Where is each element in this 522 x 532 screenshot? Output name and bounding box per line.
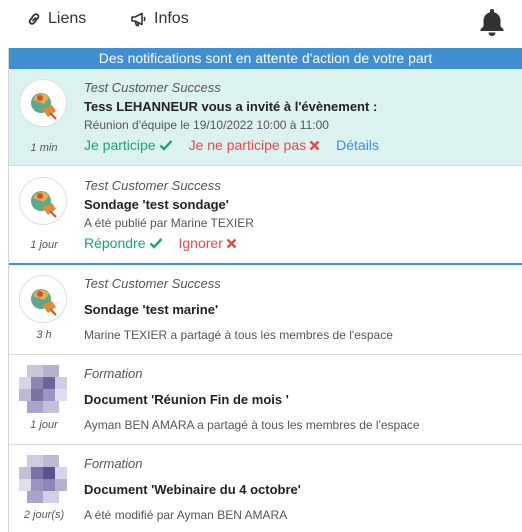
accept-button[interactable]: Je participe (84, 135, 173, 155)
notification-time: 1 jour (30, 239, 58, 251)
accept-label: Je participe (84, 137, 156, 153)
details-link[interactable]: Détails (336, 135, 379, 155)
link-icon (26, 11, 42, 27)
notification-time: 1 jour (30, 419, 58, 431)
notification-item[interactable]: 2 jour(s) Formation Document 'Webinaire … (9, 445, 522, 532)
notification-time: 1 min (30, 142, 58, 154)
ignore-button[interactable]: Ignorer (179, 233, 237, 253)
notification-description: Marine TEXIER a partagé à tous les membr… (84, 328, 393, 342)
space-name: Test Customer Success (84, 276, 221, 291)
megaphone-icon (130, 11, 148, 27)
links-menu[interactable]: Liens (26, 10, 86, 28)
check-icon (149, 238, 162, 249)
notification-title: Document 'Réunion Fin de mois ' (84, 392, 289, 407)
cross-icon (226, 238, 237, 248)
ignore-label: Ignorer (178, 235, 223, 251)
infos-menu[interactable]: Infos (130, 10, 189, 28)
notification-item[interactable]: 1 jour Formation Document 'Réunion Fin d… (9, 355, 522, 445)
user-avatar (19, 455, 67, 503)
check-icon (159, 140, 172, 151)
decline-button[interactable]: Je ne participe pas (189, 135, 321, 155)
space-avatar (19, 275, 67, 323)
decline-label: Je ne participe pas (188, 137, 307, 153)
notification-panel: Des notifications sont en attente d'acti… (8, 48, 522, 532)
space-avatar (19, 79, 67, 127)
space-name: Formation (84, 456, 143, 471)
notification-time: 3 h (36, 329, 52, 341)
notification-description: Réunion d'équipe le 19/10/2022 10:00 à 1… (84, 118, 329, 132)
space-name: Test Customer Success (84, 80, 221, 95)
notification-description: A été modifié par Ayman BEN AMARA (84, 508, 288, 522)
user-avatar (19, 365, 67, 413)
notification-description: Ayman BEN AMARA a partagé à tous les mem… (84, 418, 420, 432)
notification-item[interactable]: 1 min Test Customer Success Tess LEHANNE… (9, 69, 522, 166)
cross-icon (309, 140, 320, 150)
reply-label: Répondre (84, 235, 146, 251)
space-name: Formation (84, 366, 143, 381)
notification-title: Sondage 'test sondage' (84, 197, 229, 212)
notification-description: A été publié par Marine TEXIER (84, 216, 254, 230)
notification-title: Sondage 'test marine' (84, 302, 219, 317)
pending-action-banner: Des notifications sont en attente d'acti… (9, 48, 522, 69)
links-label: Liens (48, 10, 87, 27)
notification-title: Tess LEHANNEUR vous a invité à l'évèneme… (84, 99, 378, 114)
space-name: Test Customer Success (84, 178, 221, 193)
reply-button[interactable]: Répondre (84, 233, 163, 253)
space-avatar (19, 177, 67, 225)
infos-label: Infos (154, 10, 189, 27)
notification-title: Document 'Webinaire du 4 octobre' (84, 482, 301, 497)
bell-icon[interactable] (476, 6, 508, 38)
notification-item[interactable]: 1 jour Test Customer Success Sondage 'te… (9, 166, 522, 265)
notification-time: 2 jour(s) (23, 509, 65, 521)
notification-item[interactable]: 3 h Test Customer Success Sondage 'test … (9, 265, 522, 355)
top-bar: Liens Infos (0, 0, 522, 44)
